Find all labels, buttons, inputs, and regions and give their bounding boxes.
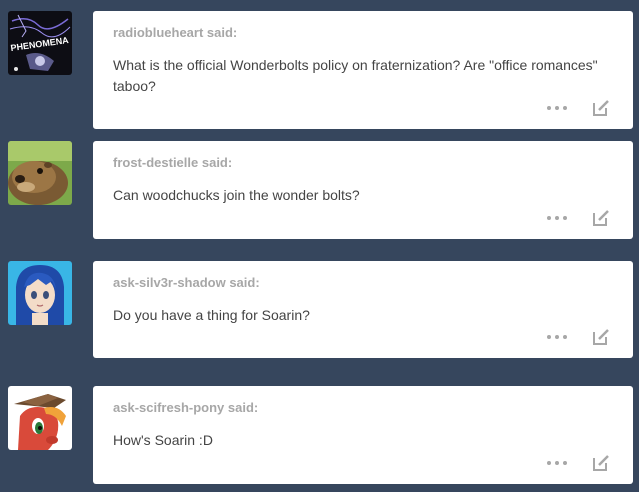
ask-card: radioblueheart said: What is the officia… — [93, 11, 633, 129]
ask-feed: PHENOMENA radioblueheart said: What is t… — [0, 0, 639, 492]
avatar[interactable] — [8, 261, 72, 325]
question-text: Do you have a thing for Soarin? — [113, 307, 310, 323]
question-text: Can woodchucks join the wonder bolts? — [113, 187, 360, 203]
edit-icon[interactable] — [591, 98, 611, 118]
ask-card: ask-silv3r-shadow said: Do you have a th… — [93, 261, 633, 358]
asker-name[interactable]: frost-destielle said: — [113, 155, 232, 170]
ask-card: ask-scifresh-pony said: How's Soarin :D — [93, 386, 633, 484]
question-text: What is the official Wonderbolts policy … — [113, 57, 598, 94]
ellipsis-icon[interactable] — [547, 334, 567, 340]
question-text: How's Soarin :D — [113, 432, 213, 448]
pony-icon — [8, 386, 72, 450]
avatar[interactable] — [8, 386, 72, 450]
asker-name[interactable]: ask-scifresh-pony said: — [113, 400, 258, 415]
edit-icon[interactable] — [591, 327, 611, 347]
ask-card: frost-destielle said: Can woodchucks joi… — [93, 141, 633, 239]
phenomena-logo-icon: PHENOMENA — [8, 11, 72, 75]
woodchuck-icon — [8, 141, 72, 205]
ellipsis-icon[interactable] — [547, 215, 567, 221]
anime-girl-icon — [8, 261, 72, 325]
asker-name[interactable]: radioblueheart said: — [113, 25, 237, 40]
avatar[interactable] — [8, 141, 72, 205]
asker-name[interactable]: ask-silv3r-shadow said: — [113, 275, 260, 290]
ellipsis-icon[interactable] — [547, 460, 567, 466]
avatar[interactable]: PHENOMENA — [8, 11, 72, 75]
ellipsis-icon[interactable] — [547, 105, 567, 111]
edit-icon[interactable] — [591, 208, 611, 228]
edit-icon[interactable] — [591, 453, 611, 473]
